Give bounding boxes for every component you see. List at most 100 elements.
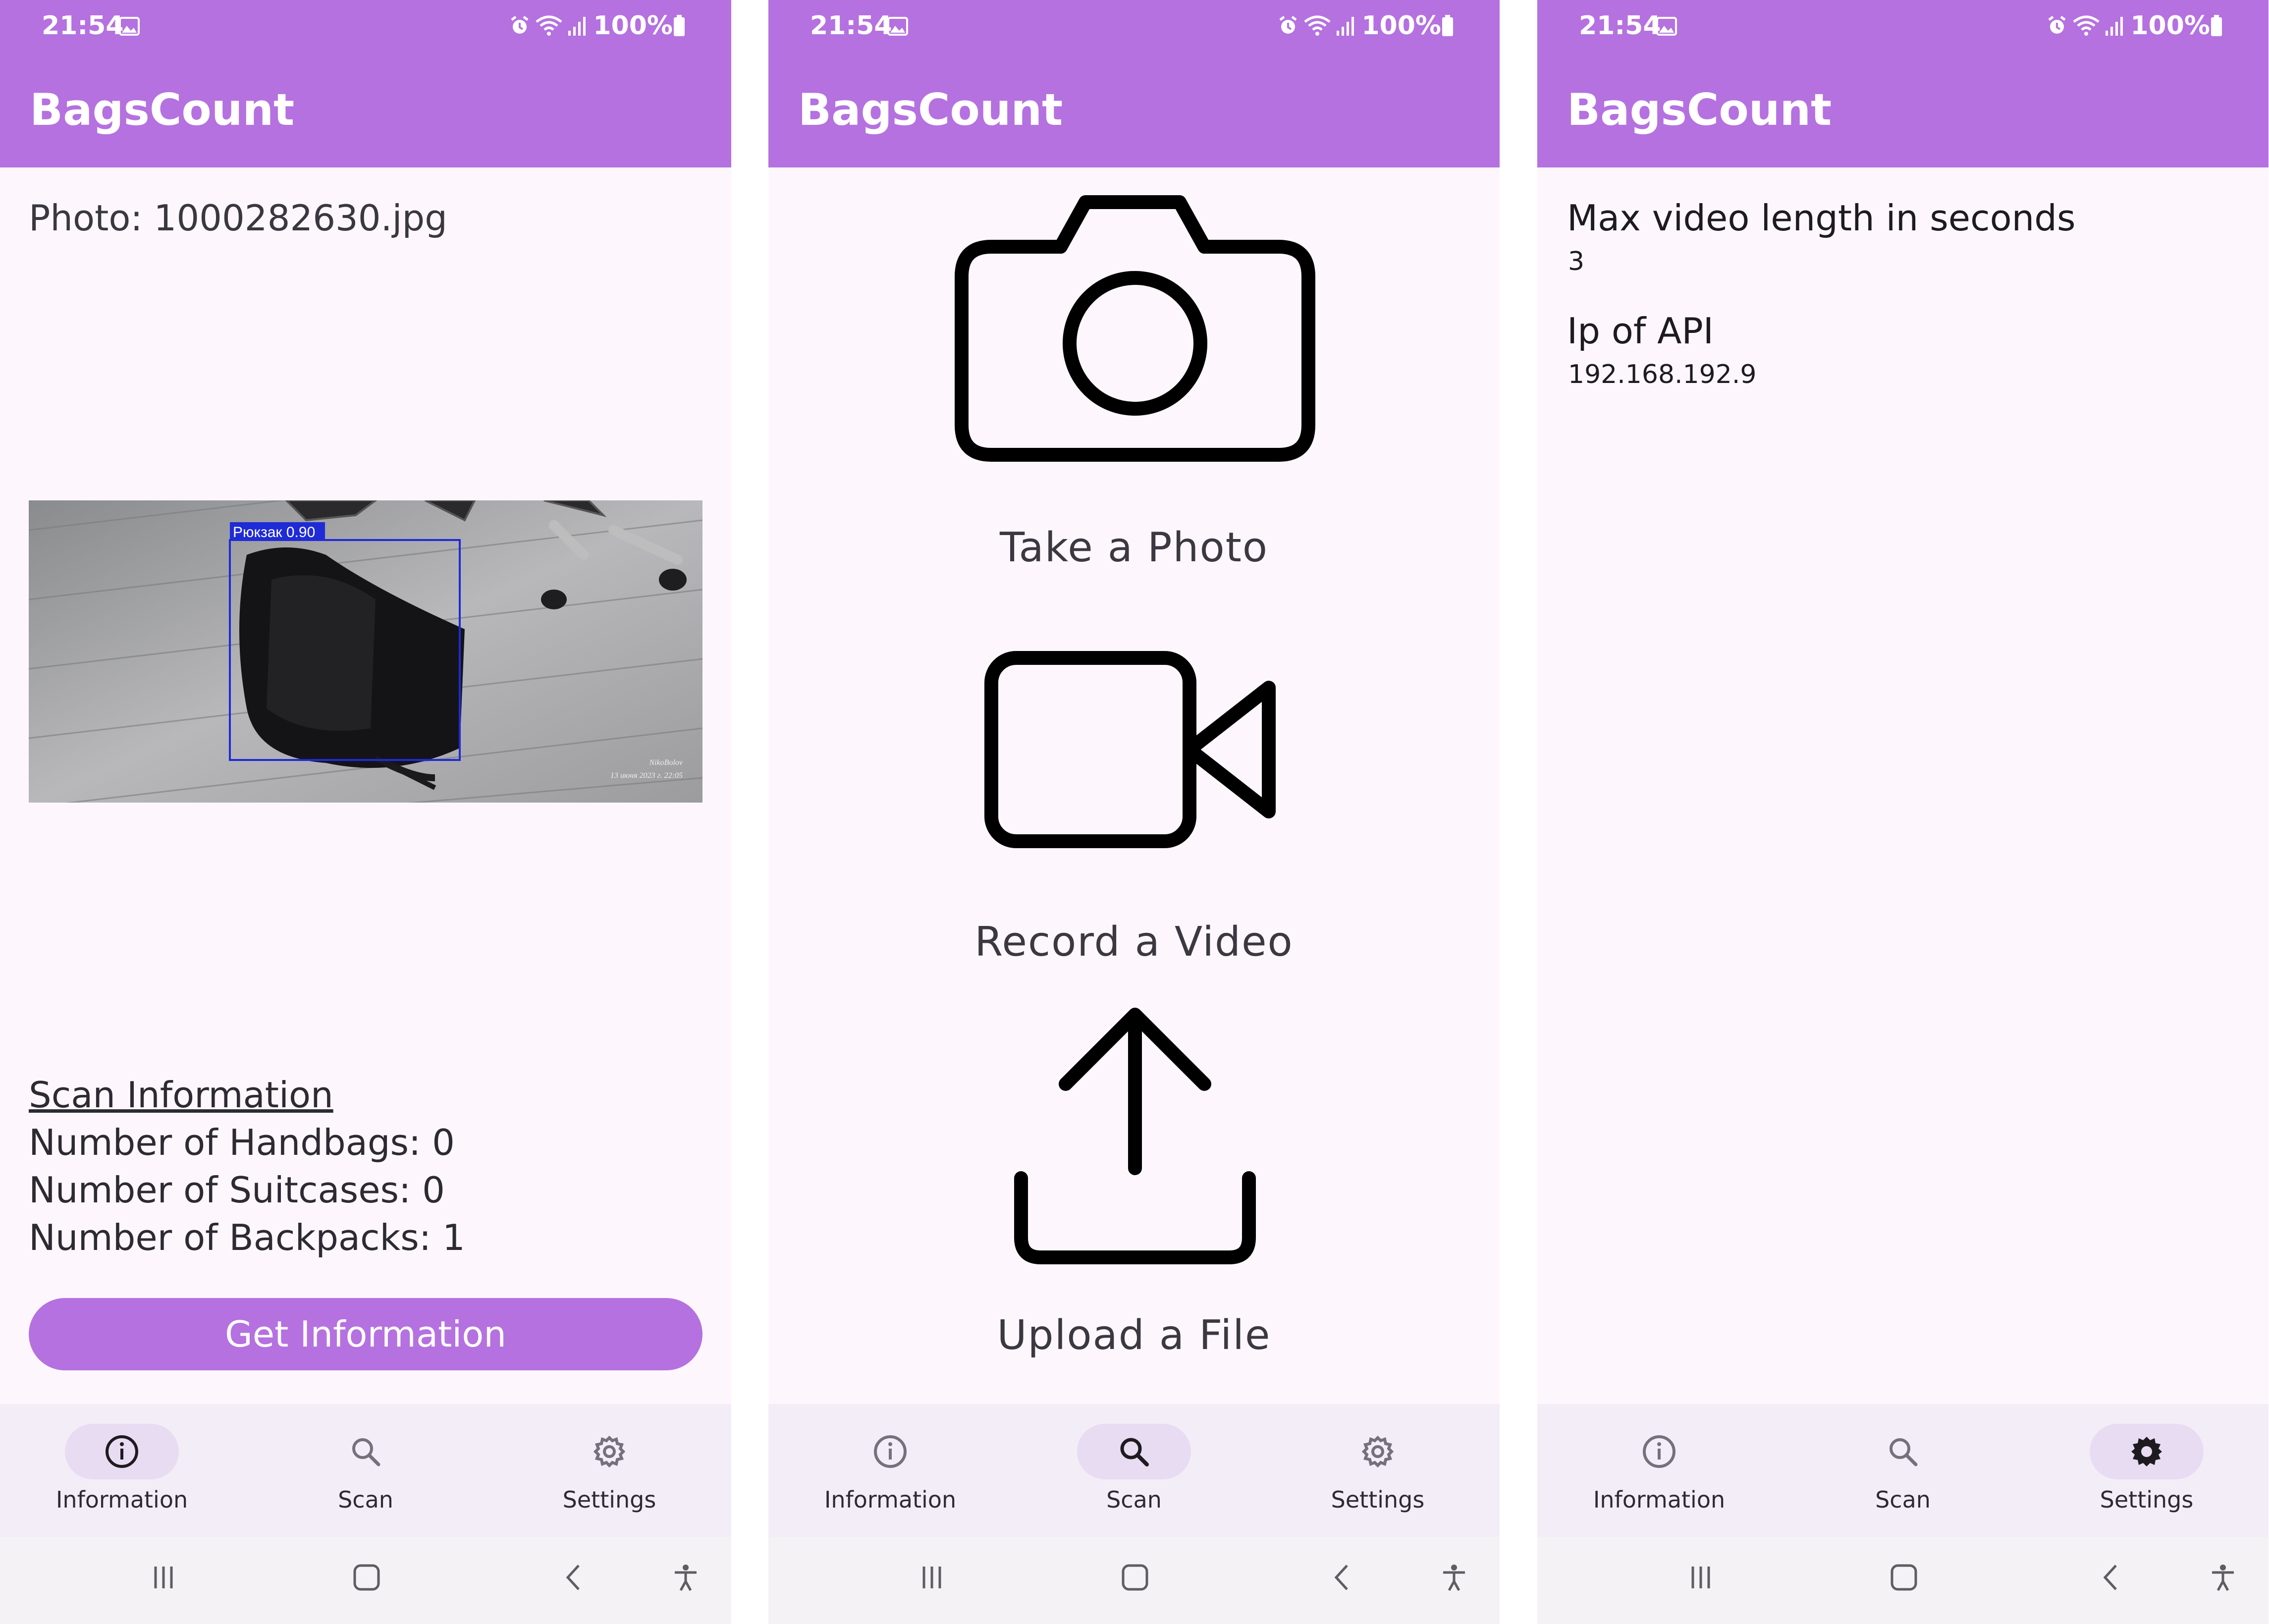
- bottom-nav: Information Scan Settings: [0, 1404, 731, 1537]
- max-video-title[interactable]: Max video length in seconds: [1567, 197, 2076, 239]
- get-information-button[interactable]: Get Information: [29, 1298, 702, 1370]
- nav-item-information[interactable]: Information: [1537, 1424, 1781, 1518]
- status-time: 21:54: [42, 11, 124, 41]
- status-icons: 100%: [509, 11, 690, 41]
- recent-apps-icon[interactable]: [1686, 1563, 1716, 1592]
- app-bar: BagsCount: [1537, 54, 2269, 167]
- home-icon[interactable]: [1889, 1563, 1919, 1592]
- back-icon[interactable]: [560, 1563, 590, 1592]
- photo-image: Рюкзак 0.90 NikoBolov 13 июня 2023 г. 22…: [29, 500, 702, 803]
- nav-pill: [1077, 1424, 1191, 1479]
- nav-label: Scan: [1875, 1486, 1931, 1513]
- back-icon[interactable]: [1328, 1563, 1358, 1592]
- nav-label: Information: [824, 1486, 957, 1513]
- upload-file-label[interactable]: Upload a File: [768, 1312, 1500, 1359]
- alarm-icon: [511, 16, 529, 34]
- back-icon[interactable]: [2097, 1563, 2127, 1592]
- nav-label: Settings: [2100, 1486, 2194, 1513]
- status-icons: 100%: [1277, 11, 1458, 41]
- suitcases-count: Number of Suitcases: 0: [29, 1169, 445, 1211]
- upload-icon[interactable]: [1001, 1000, 1269, 1277]
- app-title: BagsCount: [30, 84, 295, 135]
- take-photo-label[interactable]: Take a Photo: [768, 524, 1500, 571]
- signal-icon: [1337, 17, 1354, 36]
- system-nav-bar: [1537, 1537, 2269, 1624]
- battery-percent: 100%: [593, 11, 673, 41]
- bottom-nav: Information Scan Settings: [1537, 1404, 2269, 1537]
- nav-label: Settings: [562, 1486, 656, 1513]
- scan-content: Take a Photo Record a Video Upload a Fil…: [768, 167, 1500, 1404]
- app-bar: BagsCount: [0, 54, 731, 167]
- status-bar: 21:54 100%: [768, 0, 1500, 54]
- status-bar: 21:54 100%: [0, 0, 731, 54]
- gear-icon: [2131, 1437, 2162, 1466]
- detection-label: Рюкзак 0.90: [233, 524, 315, 541]
- app-title: BagsCount: [798, 84, 1063, 135]
- status-time: 21:54: [810, 11, 892, 41]
- wifi-icon: [536, 15, 562, 36]
- nav-label: Information: [55, 1486, 188, 1513]
- alarm-icon: [2048, 16, 2066, 34]
- nav-item-settings[interactable]: Settings: [1256, 1424, 1500, 1518]
- photo-icon: [887, 17, 908, 36]
- battery-icon: [674, 15, 685, 36]
- nav-label: Scan: [338, 1486, 393, 1513]
- accessibility-icon[interactable]: [1439, 1563, 1469, 1592]
- nav-item-information[interactable]: Information: [768, 1424, 1012, 1518]
- max-video-value[interactable]: 3: [1568, 247, 1584, 276]
- nav-item-settings[interactable]: Settings: [487, 1424, 731, 1518]
- detection-photo: Рюкзак 0.90 NikoBolov 13 июня 2023 г. 22…: [29, 500, 702, 803]
- info-icon: [874, 1435, 907, 1468]
- video-camera-icon[interactable]: [976, 643, 1294, 871]
- nav-label: Settings: [1331, 1486, 1425, 1513]
- nav-pill: [1321, 1424, 1435, 1479]
- api-ip-title[interactable]: Ip of API: [1567, 310, 1714, 352]
- status-icons: 100%: [2046, 11, 2227, 41]
- nav-pill: [65, 1424, 179, 1479]
- recent-apps-icon[interactable]: [149, 1563, 178, 1592]
- watermark-line2: 13 июня 2023 г. 22:05: [610, 771, 683, 780]
- info-icon: [1643, 1435, 1675, 1468]
- record-video-label[interactable]: Record a Video: [768, 919, 1500, 966]
- scan-screen: 21:54 100% BagsCount Take a Photo Record…: [768, 0, 1500, 1624]
- home-icon[interactable]: [1120, 1563, 1150, 1592]
- status-time: 21:54: [1579, 11, 1661, 41]
- scan-info-title[interactable]: Scan Information: [29, 1074, 333, 1116]
- nav-item-scan[interactable]: Scan: [1012, 1424, 1256, 1518]
- accessibility-icon[interactable]: [2208, 1563, 2238, 1592]
- system-nav-bar: [0, 1537, 731, 1624]
- nav-label: Information: [1593, 1486, 1726, 1513]
- accessibility-icon[interactable]: [671, 1563, 701, 1592]
- nav-item-scan[interactable]: Scan: [244, 1424, 487, 1518]
- photo-icon: [119, 17, 140, 36]
- app-title: BagsCount: [1567, 84, 1832, 135]
- nav-pill: [1846, 1424, 1960, 1479]
- signal-icon: [2106, 17, 2123, 36]
- photo-icon: [1656, 17, 1677, 36]
- nav-item-information[interactable]: Information: [0, 1424, 244, 1518]
- nav-item-scan[interactable]: Scan: [1781, 1424, 2025, 1518]
- nav-item-settings[interactable]: Settings: [2025, 1424, 2269, 1518]
- nav-pill: [2090, 1424, 2204, 1479]
- nav-pill: [552, 1424, 666, 1479]
- search-icon: [1890, 1438, 1918, 1466]
- gear-icon: [1361, 1435, 1394, 1468]
- alarm-icon: [1279, 16, 1297, 34]
- battery-percent: 100%: [1361, 11, 1441, 41]
- photo-filename: Photo: 1000282630.jpg: [29, 197, 447, 239]
- battery-percent: 100%: [2130, 11, 2210, 41]
- nav-pill: [309, 1424, 423, 1479]
- nav-pill: [833, 1424, 947, 1479]
- status-bar: 21:54 100%: [1537, 0, 2269, 54]
- handbags-count: Number of Handbags: 0: [29, 1122, 455, 1163]
- search-icon: [1120, 1438, 1149, 1466]
- api-ip-value[interactable]: 192.168.192.9: [1568, 360, 1756, 389]
- wifi-icon: [1304, 15, 1331, 36]
- info-icon: [106, 1435, 138, 1468]
- recent-apps-icon[interactable]: [917, 1563, 947, 1592]
- app-bar: BagsCount: [768, 54, 1500, 167]
- settings-screen: 21:54 100% BagsCount Max video length in…: [1537, 0, 2269, 1624]
- gear-icon: [593, 1435, 626, 1468]
- home-icon[interactable]: [352, 1563, 381, 1592]
- camera-icon[interactable]: [942, 192, 1326, 480]
